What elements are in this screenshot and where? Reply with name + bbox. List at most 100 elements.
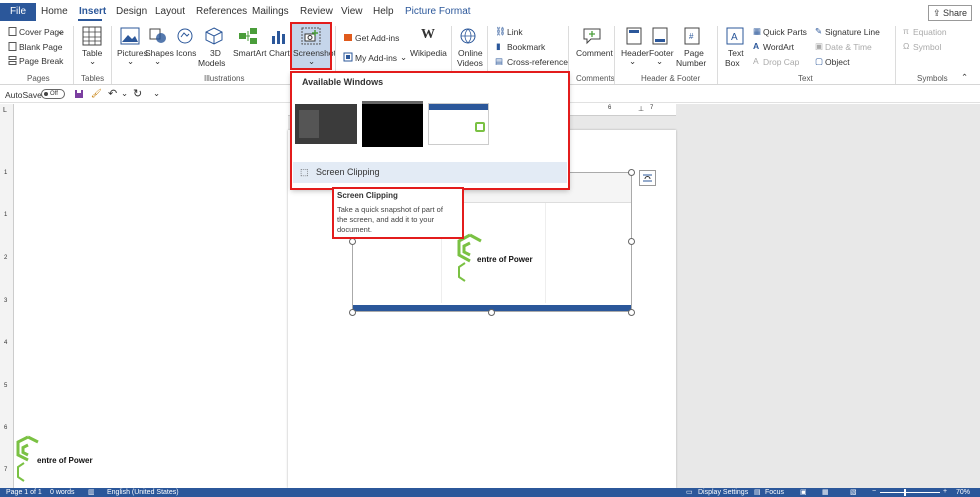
link-icon: ⛓ <box>495 26 506 36</box>
drop-cap-button[interactable]: Drop Cap <box>763 57 799 67</box>
display-settings-button[interactable]: Display Settings <box>698 489 748 496</box>
icons-icon[interactable] <box>176 27 194 45</box>
equation-button[interactable]: Equation <box>913 27 947 37</box>
tab-layout[interactable]: Layout <box>155 6 185 17</box>
ruler-mark: 1 <box>4 212 8 218</box>
smartart-icon[interactable] <box>238 27 258 45</box>
text-box-icon[interactable]: A <box>726 27 744 45</box>
shapes-icon[interactable] <box>148 27 168 45</box>
zoom-out-button[interactable]: − <box>872 488 876 495</box>
tab-selector-icon[interactable]: L <box>3 107 7 114</box>
language-status[interactable]: English (United States) <box>107 489 179 496</box>
centre-of-power-logo-text: entre of Power <box>477 255 533 264</box>
my-addins-button[interactable]: My Add-ins <box>355 53 397 63</box>
resize-handle[interactable] <box>488 309 495 316</box>
smartart-button[interactable]: SmartArt <box>233 48 267 58</box>
picture-divider <box>545 203 546 303</box>
window-thumbnail-3[interactable] <box>428 103 489 145</box>
tab-design[interactable]: Design <box>116 6 147 17</box>
wikipedia-button[interactable]: Wikipedia <box>410 48 447 58</box>
focus-button[interactable]: Focus <box>765 489 784 496</box>
focus-icon: ▤ <box>754 489 761 496</box>
signature-line-button[interactable]: Signature Line <box>825 27 880 37</box>
print-layout-icon[interactable]: ▦ <box>822 488 829 496</box>
footer-icon[interactable] <box>652 27 668 45</box>
zoom-slider[interactable] <box>880 492 940 493</box>
resize-handle[interactable] <box>628 169 635 176</box>
comment-button[interactable]: Comment <box>576 48 613 58</box>
collapse-ribbon-icon[interactable]: ⌃ <box>961 72 968 83</box>
tab-help[interactable]: Help <box>373 6 394 17</box>
share-button[interactable]: ⇪ Share <box>928 5 972 21</box>
page-number-icon[interactable]: # <box>684 27 700 45</box>
format-painter-icon[interactable]: 🖌 <box>91 88 102 99</box>
chart-icon[interactable] <box>270 27 288 45</box>
proofing-icon[interactable]: ▥ <box>88 488 95 496</box>
zoom-in-button[interactable]: + <box>943 488 947 495</box>
screen-clipping-menu-item[interactable]: ⬚ Screen Clipping <box>293 162 567 183</box>
online-videos-label-2[interactable]: Videos <box>457 58 483 68</box>
chevron-down-icon: ⌄ <box>154 56 162 66</box>
cross-reference-button[interactable]: Cross-reference <box>507 57 568 67</box>
bookmark-button[interactable]: Bookmark <box>507 42 545 52</box>
read-mode-icon[interactable]: ▣ <box>800 488 807 496</box>
date-time-button[interactable]: Date & Time <box>825 42 872 52</box>
page-count[interactable]: Page 1 of 1 <box>6 489 42 496</box>
cross-reference-icon: ▤ <box>495 56 504 66</box>
page-break-button[interactable]: Page Break <box>19 56 63 66</box>
resize-handle[interactable] <box>628 309 635 316</box>
header-icon[interactable] <box>626 27 642 45</box>
3d-models-label-1[interactable]: 3D <box>210 48 221 58</box>
text-box-label-1[interactable]: Text <box>728 48 744 58</box>
tab-references[interactable]: References <box>196 6 247 17</box>
link-button[interactable]: Link <box>507 27 523 37</box>
online-video-icon[interactable] <box>458 27 478 45</box>
tab-file[interactable]: File <box>0 3 36 21</box>
icons-button[interactable]: Icons <box>176 48 196 58</box>
page-number-label-1[interactable]: Page <box>684 48 704 58</box>
left-canvas <box>14 104 288 488</box>
window-thumbnail-2[interactable] <box>362 101 423 147</box>
symbol-button[interactable]: Symbol <box>913 42 941 52</box>
3d-models-label-2[interactable]: Models <box>198 58 225 68</box>
comment-icon[interactable] <box>582 27 602 45</box>
redo-icon[interactable]: ↻ <box>133 87 142 100</box>
word-count[interactable]: 0 words <box>50 489 75 496</box>
table-icon[interactable] <box>82 26 102 46</box>
wordart-button[interactable]: WordArt <box>763 42 794 52</box>
blank-page-button[interactable]: Blank Page <box>19 42 62 52</box>
chevron-down-icon: ⌄ <box>308 56 316 66</box>
ruler-tab-stop[interactable]: ⊥ <box>638 105 644 113</box>
web-layout-icon[interactable]: ▧ <box>850 488 857 496</box>
tab-insert[interactable]: Insert <box>79 6 106 17</box>
tab-mailings[interactable]: Mailings <box>252 6 289 17</box>
tab-view[interactable]: View <box>341 6 363 17</box>
zoom-slider-thumb[interactable] <box>904 489 906 496</box>
tab-picture-format[interactable]: Picture Format <box>405 6 471 17</box>
resize-handle[interactable] <box>349 238 356 245</box>
resize-handle[interactable] <box>628 238 635 245</box>
save-icon[interactable] <box>74 89 84 99</box>
object-button[interactable]: Object <box>825 57 850 67</box>
text-box-label-2[interactable]: Box <box>725 58 740 68</box>
active-tab-underline <box>78 19 102 21</box>
ribbon-tab-bar: File Home Insert Design Layout Reference… <box>0 0 980 22</box>
tab-review[interactable]: Review <box>300 6 333 17</box>
online-videos-label-1[interactable]: Online <box>458 48 483 58</box>
tab-home[interactable]: Home <box>41 6 68 17</box>
share-label: Share <box>943 8 968 18</box>
undo-icon[interactable]: ↶ <box>108 87 117 100</box>
pictures-icon[interactable] <box>120 27 140 45</box>
chart-button[interactable]: Chart <box>269 48 290 58</box>
resize-handle[interactable] <box>349 309 356 316</box>
layout-options-button[interactable] <box>639 170 656 186</box>
customize-qat-icon[interactable]: ⌄ <box>153 88 160 99</box>
zoom-level[interactable]: 70% <box>956 489 970 496</box>
signature-line-icon: ✎ <box>815 26 823 36</box>
page-number-label-2[interactable]: Number <box>676 58 706 68</box>
window-thumbnail-1[interactable] <box>295 104 357 144</box>
chevron-down-icon[interactable]: ⌄ <box>121 88 128 99</box>
get-addins-button[interactable]: Get Add-ins <box>355 33 399 43</box>
quick-parts-button[interactable]: Quick Parts <box>763 27 807 37</box>
3d-models-icon[interactable] <box>205 27 223 45</box>
